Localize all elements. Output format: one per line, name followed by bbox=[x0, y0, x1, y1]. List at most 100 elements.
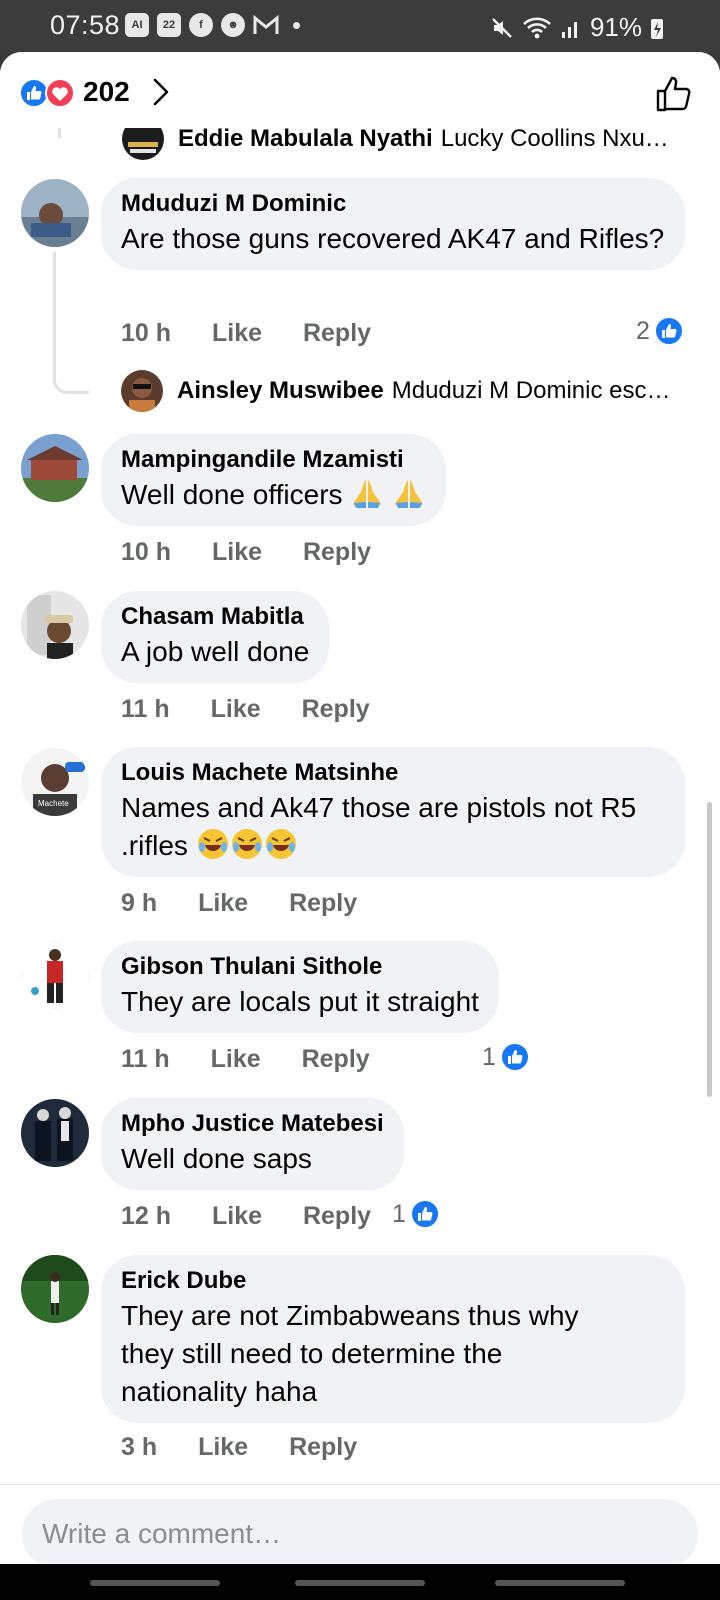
system-navigation-bar bbox=[0, 1564, 720, 1600]
like-count-number: 2 bbox=[636, 316, 650, 345]
praying-hands-emoji bbox=[395, 480, 423, 508]
comment-author[interactable]: Chasam Mabitla bbox=[121, 601, 309, 633]
nav-recents-button[interactable] bbox=[90, 1580, 220, 1586]
ai-badge-icon: AI bbox=[125, 13, 149, 37]
battery-charging-icon bbox=[651, 18, 663, 39]
comment-bubble: Chasam Mabitla A job well done bbox=[101, 591, 330, 683]
avatar[interactable] bbox=[21, 591, 89, 659]
wifi-icon bbox=[523, 17, 551, 38]
comment-actions: 10 h Like Reply bbox=[121, 538, 371, 567]
battery-percent: 91% bbox=[589, 12, 642, 42]
comment-time: 9 h bbox=[121, 889, 158, 917]
reply-button[interactable]: Reply bbox=[303, 1202, 371, 1231]
reply-author[interactable]: Ainsley Muswibee bbox=[177, 377, 384, 405]
avatar[interactable] bbox=[21, 179, 89, 247]
comment-actions: 12 h Like Reply bbox=[121, 1202, 371, 1231]
comment-author[interactable]: Louis Machete Matsinhe bbox=[121, 757, 665, 789]
like-button[interactable]: Like bbox=[198, 1433, 248, 1462]
comment-text: Well done saps bbox=[121, 1143, 312, 1174]
comment-input[interactable] bbox=[22, 1499, 698, 1564]
praying-hands-emoji bbox=[353, 480, 381, 508]
avatar[interactable]: Machete bbox=[21, 748, 89, 816]
comment-time: 11 h bbox=[121, 1045, 170, 1073]
reply-button[interactable]: Reply bbox=[303, 538, 371, 567]
comments-sheet: Eddie Mabulala Nyathi Lucky Coollins Nxu… bbox=[0, 52, 720, 1564]
nav-home-button[interactable] bbox=[295, 1580, 425, 1586]
reaction-count[interactable]: 202 bbox=[83, 76, 130, 108]
comment-time: 12 h bbox=[121, 1202, 172, 1230]
comment-time: 10 h bbox=[121, 319, 172, 347]
scrollbar[interactable] bbox=[707, 802, 712, 1097]
avatar[interactable] bbox=[21, 1099, 89, 1167]
comment-author[interactable]: Mpho Justice Matebesi bbox=[121, 1108, 384, 1140]
reply-author[interactable]: Eddie Mabulala Nyathi bbox=[178, 128, 433, 153]
comment-text: They are not Zimbabweans thus why they s… bbox=[121, 1300, 579, 1407]
comment-text: A job well done bbox=[121, 636, 310, 667]
avatar[interactable] bbox=[121, 370, 163, 412]
comment-actions: 3 h Like Reply bbox=[121, 1433, 357, 1462]
like-badge-icon bbox=[499, 1042, 530, 1072]
signal-icon bbox=[561, 21, 577, 38]
comment-text: They are locals put it straight bbox=[121, 986, 479, 1017]
comment-bubble: Mduduzi M Dominic Are those guns recover… bbox=[101, 178, 685, 270]
avatar[interactable] bbox=[21, 434, 89, 502]
comment-bubble: Louis Machete Matsinhe Names and Ak47 th… bbox=[101, 747, 685, 877]
thumbs-up-icon[interactable] bbox=[654, 74, 694, 114]
comment-text: Are those guns recovered AK47 and Rifles… bbox=[121, 223, 665, 254]
comment-actions: 10 h Like Reply bbox=[121, 319, 371, 348]
comment-like-count[interactable]: 1 bbox=[482, 1042, 530, 1072]
comment-like-count[interactable]: 2 bbox=[636, 316, 684, 346]
reply-button[interactable]: Reply bbox=[289, 889, 357, 918]
laughing-emoji bbox=[197, 829, 228, 859]
nav-back-button[interactable] bbox=[495, 1580, 625, 1586]
reply-button[interactable]: Reply bbox=[289, 1433, 357, 1462]
comment-bubble: Gibson Thulani Sithole They are locals p… bbox=[101, 941, 499, 1033]
notification-icons: AI 22 f ☻ bbox=[125, 13, 300, 37]
reply-button[interactable]: Reply bbox=[303, 319, 371, 348]
reply-button[interactable]: Reply bbox=[302, 695, 370, 724]
avatar[interactable] bbox=[21, 1255, 89, 1323]
comment-author[interactable]: Mduduzi M Dominic bbox=[121, 188, 665, 220]
thread-line bbox=[53, 252, 89, 394]
comment-actions: 9 h Like Reply bbox=[121, 889, 357, 918]
comment-author[interactable]: Erick Dube bbox=[121, 1265, 665, 1297]
like-button[interactable]: Like bbox=[212, 538, 262, 567]
thread-line bbox=[58, 128, 61, 138]
calendar-22-icon: 22 bbox=[157, 13, 181, 37]
like-button[interactable]: Like bbox=[211, 695, 261, 724]
like-button[interactable]: Like bbox=[198, 889, 248, 918]
comment-like-count[interactable]: 1 bbox=[392, 1199, 440, 1229]
like-count-number: 1 bbox=[392, 1199, 406, 1228]
status-bar: 07:58 AI 22 f ☻ 91% bbox=[0, 0, 720, 52]
reply-preview: Mduduzi M Dominic esc… bbox=[391, 377, 671, 404]
reactions-summary-icons[interactable] bbox=[18, 77, 78, 109]
comment-composer bbox=[0, 1484, 720, 1564]
avatar-label: Machete bbox=[38, 799, 69, 808]
reply-button[interactable]: Reply bbox=[302, 1045, 370, 1074]
comment-bubble: Mpho Justice Matebesi Well done saps bbox=[101, 1098, 404, 1190]
comment-text: Names and Ak47 those are pistols not R5 … bbox=[121, 789, 641, 865]
status-time: 07:58 bbox=[50, 10, 121, 40]
system-icons: 91% bbox=[490, 12, 664, 43]
comments-list[interactable]: Eddie Mabulala Nyathi Lucky Coollins Nxu… bbox=[0, 52, 720, 1484]
comment-author[interactable]: Mampingandile Mzamisti bbox=[121, 444, 426, 476]
more-notifications-dot bbox=[293, 21, 300, 29]
comment-time: 3 h bbox=[121, 1433, 158, 1461]
like-badge-icon bbox=[653, 316, 684, 346]
like-button[interactable]: Like bbox=[212, 1202, 262, 1231]
comment-author[interactable]: Gibson Thulani Sithole bbox=[121, 951, 479, 983]
nested-reply[interactable]: Ainsley Muswibee Mduduzi M Dominic esc… bbox=[121, 370, 670, 412]
comment-actions: 11 h Like Reply bbox=[121, 1045, 370, 1074]
snapchat-icon: ☻ bbox=[221, 13, 245, 37]
like-button[interactable]: Like bbox=[212, 319, 262, 348]
avatar[interactable] bbox=[21, 941, 89, 1009]
chevron-right-icon[interactable] bbox=[150, 76, 172, 108]
mute-icon bbox=[492, 17, 512, 38]
facebook-icon: f bbox=[189, 13, 213, 37]
gmail-icon bbox=[253, 14, 279, 34]
like-count-number: 1 bbox=[482, 1042, 496, 1071]
comment-time: 10 h bbox=[121, 538, 172, 566]
reactions-header: 202 bbox=[0, 52, 720, 128]
screen: 07:58 AI 22 f ☻ 91% Eddie Mabulala Nyath… bbox=[0, 0, 720, 1600]
like-button[interactable]: Like bbox=[211, 1045, 261, 1074]
